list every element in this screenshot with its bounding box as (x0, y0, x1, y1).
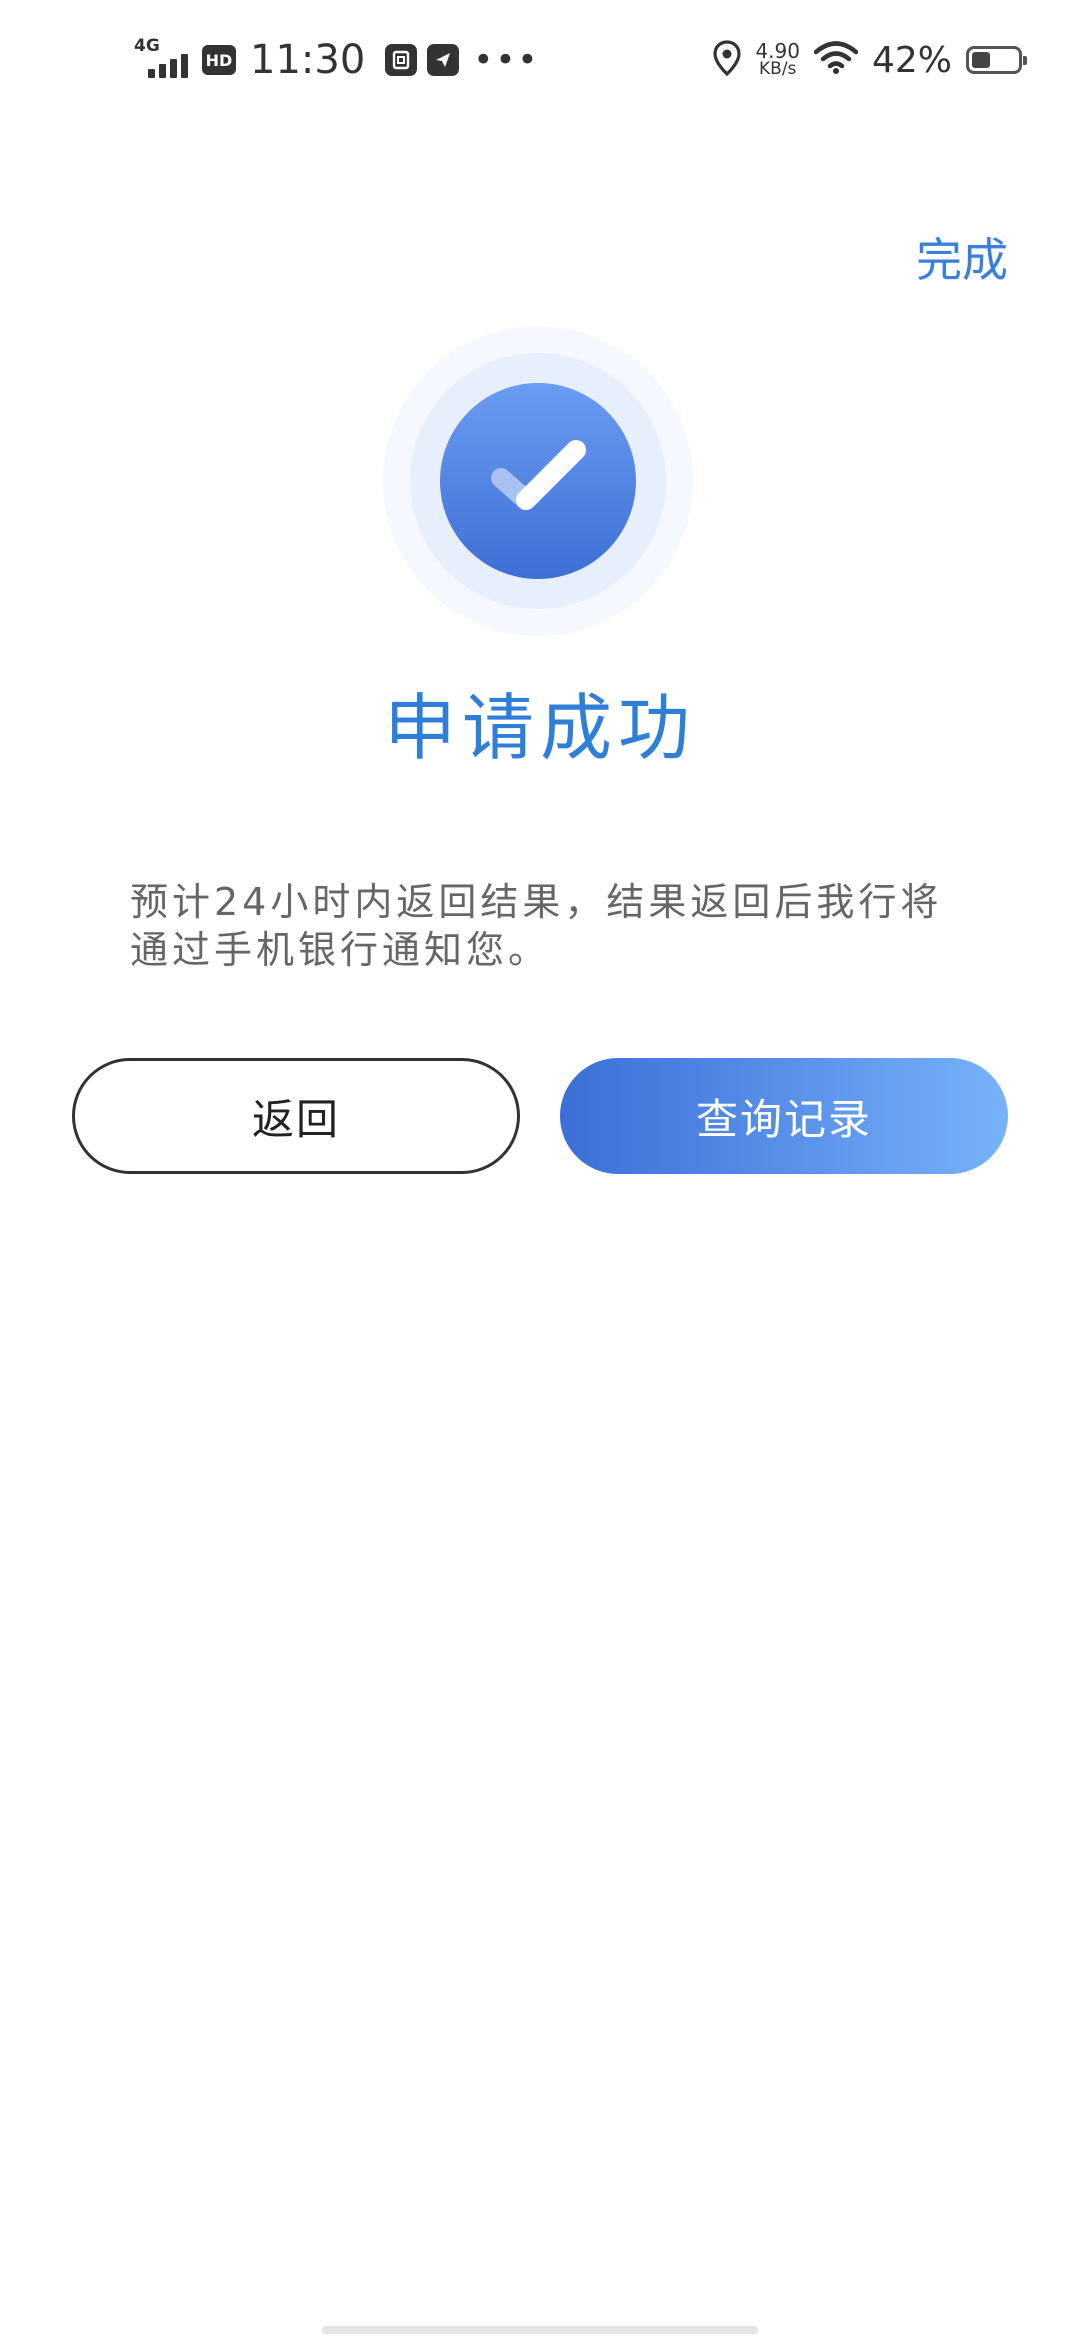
battery-percent: 42% (871, 39, 952, 81)
home-indicator[interactable] (322, 2326, 758, 2334)
status-bar-left: 4G HD 11:30 ••• (134, 30, 539, 90)
status-bar-right: 4.90 KB/s 42% (713, 30, 1027, 90)
network-speed: 4.90 KB/s (755, 39, 800, 79)
notification-app-icon (385, 44, 418, 76)
send-notification-icon (427, 44, 460, 76)
network-speed-unit: KB/s (759, 59, 797, 79)
location-icon (713, 40, 742, 80)
result-title: 申请成功 (383, 686, 696, 770)
battery-icon (966, 46, 1027, 74)
done-button[interactable]: 完成 (916, 230, 1008, 290)
status-time: 11:30 (250, 37, 366, 83)
more-notifications-icon: ••• (473, 40, 540, 80)
query-records-button[interactable]: 查询记录 (560, 1058, 1008, 1174)
result-description: 预计24小时内返回结果，结果返回后我行将通过手机银行通知您。 (130, 880, 943, 972)
network-speed-value: 4.90 (755, 39, 800, 63)
cellular-signal-icon: 4G (134, 38, 192, 82)
battery-level-fill (972, 52, 990, 68)
hd-voice-icon: HD (202, 45, 236, 75)
status-bar: 4G HD 11:30 ••• 4.90 KB/s 42% (0, 0, 1080, 120)
success-check-icon (383, 326, 693, 636)
back-button[interactable]: 返回 (72, 1058, 520, 1174)
network-type-label: 4G (134, 36, 160, 56)
wifi-icon (813, 41, 859, 79)
